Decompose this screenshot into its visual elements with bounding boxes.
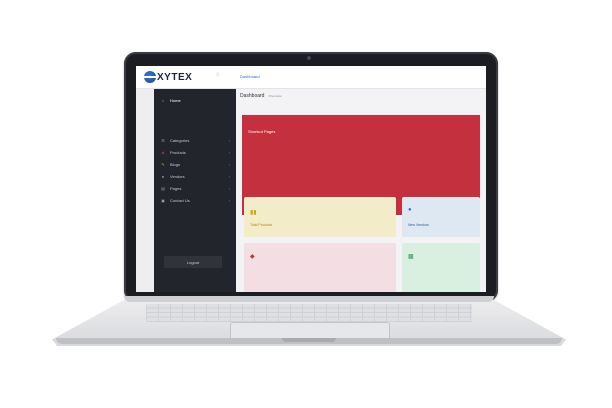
sidebar-item-label: Products [170, 149, 186, 155]
sidebar-item-label: Contact Us [170, 197, 190, 203]
brand-name: XYTEX [157, 71, 193, 83]
laptop-hinge [124, 296, 494, 302]
chevron-right-icon: › [228, 137, 230, 143]
laptop-lid: XYTEX ◌ Dashboard ⌂ Home ☰ Categories › … [124, 52, 498, 302]
main-content: Dashboard /Overview Shortcut Pages ▮▮ To… [236, 89, 486, 292]
pages-icon: ▤ [161, 185, 165, 191]
sidebar-item-label: Home [170, 97, 181, 103]
user-icon: ● [408, 207, 412, 213]
contact-icon: ▣ [161, 197, 165, 203]
sidebar-item-products[interactable]: ◈ Products › [154, 147, 236, 157]
chevron-right-icon: › [228, 197, 230, 203]
page-header: Dashboard /Overview [236, 89, 486, 103]
lid-notch [282, 338, 336, 342]
globe-icon [142, 71, 158, 83]
sidebar-item-pages[interactable]: ▤ Pages › [154, 183, 236, 193]
box-icon: ◈ [161, 149, 165, 155]
home-icon: ⌂ [161, 97, 165, 103]
sidebar-item-label: Categories [170, 137, 190, 143]
stat-card[interactable]: ◆ [244, 243, 396, 292]
stat-card[interactable]: ▩ [402, 243, 480, 292]
laptop-base [52, 296, 566, 346]
stat-card-new-vendors[interactable]: ● New Vendors [402, 197, 480, 237]
sidebar-item-vendors[interactable]: ● Vendors › [154, 171, 236, 181]
chevron-right-icon: › [228, 185, 230, 191]
panel-title: Shortcut Pages [248, 129, 276, 134]
sidebar-item-label: Vendors [170, 173, 185, 179]
menu-toggle-icon[interactable]: ◌ [216, 72, 220, 78]
keyboard [146, 304, 472, 322]
inbox-icon: ▩ [408, 254, 414, 260]
sidebar-item-label: Blogs [170, 161, 181, 167]
brand-logo[interactable]: XYTEX [142, 70, 193, 84]
blog-icon: ✎ [161, 161, 165, 167]
sidebar: ⌂ Home ☰ Categories › ◈ Products › ✎ Blo… [154, 89, 236, 292]
breadcrumb: /Overview [268, 94, 282, 98]
page-title: Dashboard [240, 93, 265, 99]
sidebar-item-label: Pages [170, 185, 182, 191]
chevron-right-icon: › [228, 161, 230, 167]
top-bar: XYTEX ◌ Dashboard [136, 66, 486, 89]
chevron-right-icon: › [228, 173, 230, 179]
bar-chart-icon: ▮▮ [250, 210, 257, 216]
laptop-screen: XYTEX ◌ Dashboard ⌂ Home ☰ Categories › … [136, 66, 486, 292]
card-label: Total Products [250, 223, 273, 227]
sidebar-item-blogs[interactable]: ✎ Blogs › [154, 159, 236, 169]
sidebar-item-categories[interactable]: ☰ Categories › [154, 135, 236, 145]
camera-icon [307, 56, 311, 60]
diamond-icon: ◆ [250, 254, 255, 260]
stat-card-total-products[interactable]: ▮▮ Total Products [244, 197, 396, 237]
card-label: New Vendors [408, 223, 429, 227]
sidebar-item-home[interactable]: ⌂ Home [154, 95, 236, 105]
logout-button[interactable]: Logout [164, 256, 222, 268]
list-icon: ☰ [161, 137, 165, 143]
breadcrumb-link[interactable]: Dashboard [240, 74, 260, 79]
vendor-icon: ● [161, 173, 165, 179]
chevron-right-icon: › [228, 149, 230, 155]
screen-left-strip [136, 89, 154, 292]
sidebar-item-contact-us[interactable]: ▣ Contact Us › [154, 195, 236, 205]
